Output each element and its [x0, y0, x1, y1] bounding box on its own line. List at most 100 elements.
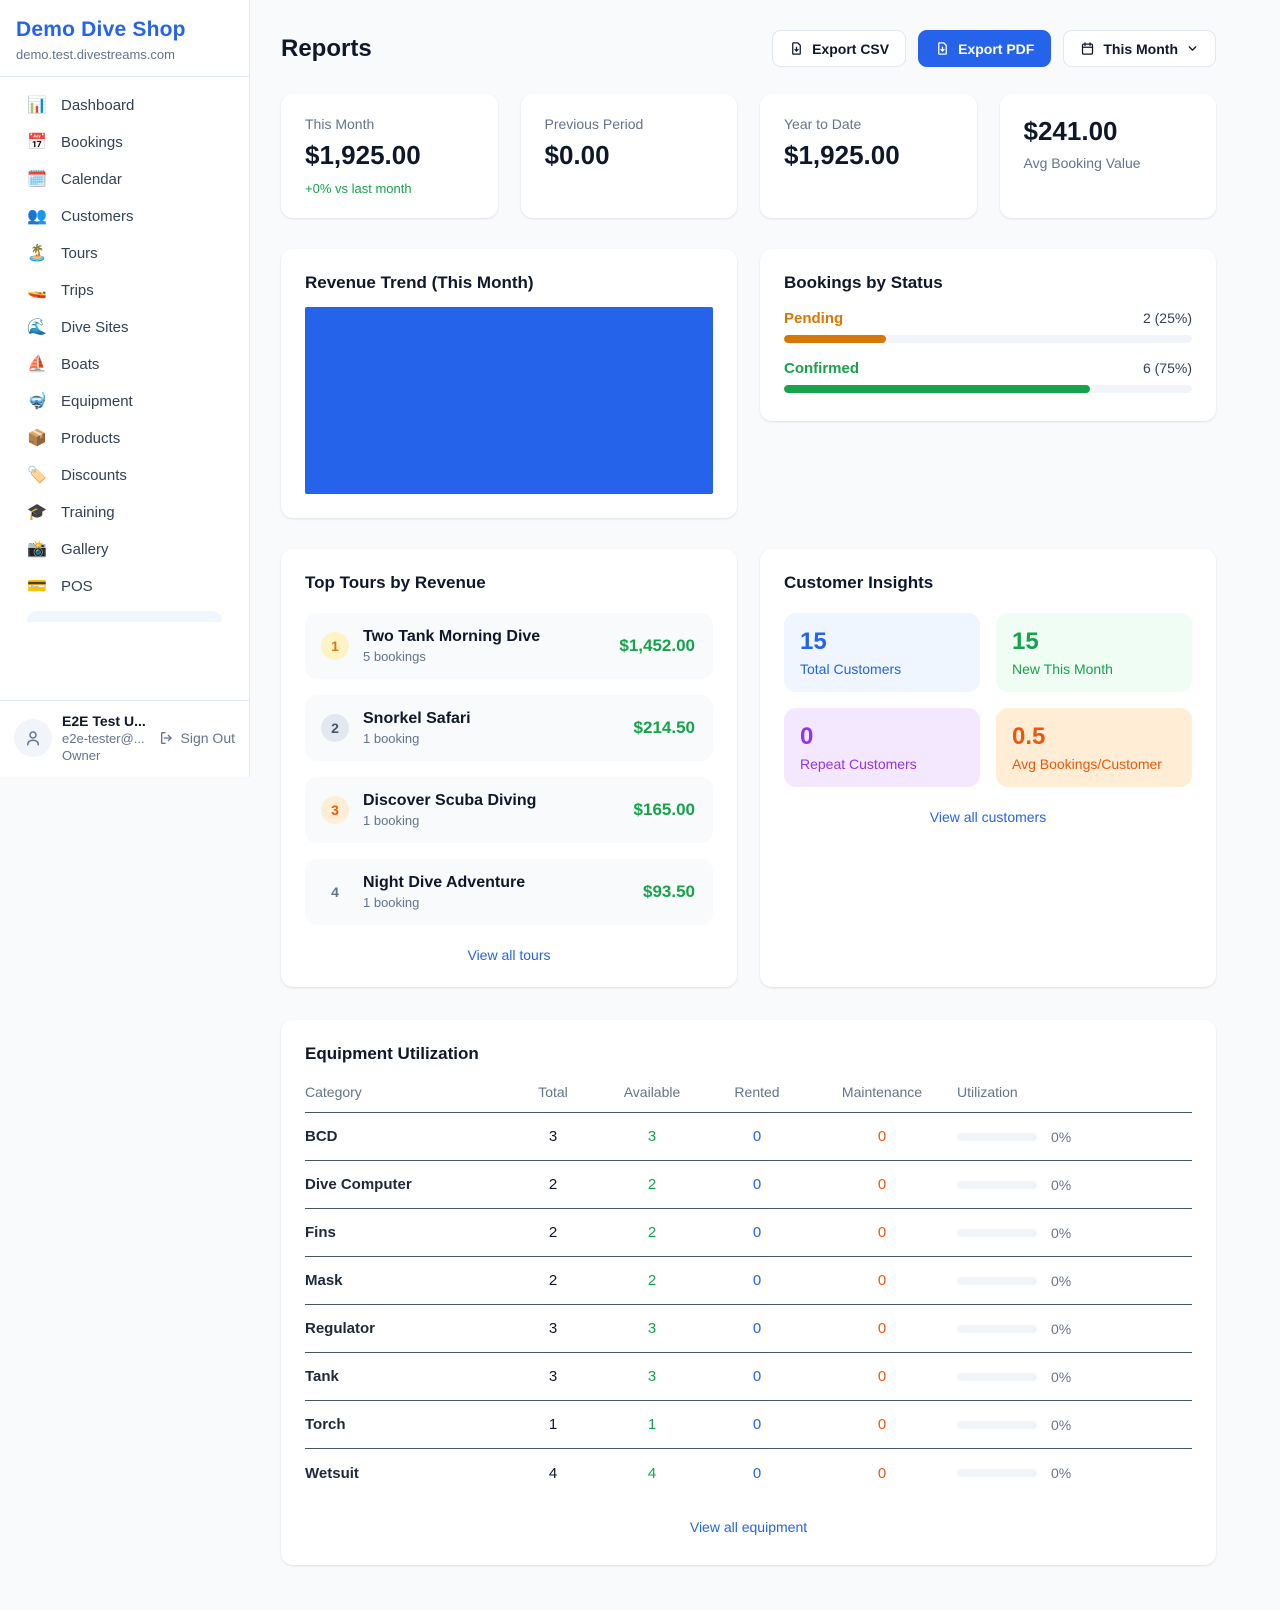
- equipment-available: 3: [597, 1128, 707, 1145]
- status-count: 6 (75%): [1143, 360, 1192, 376]
- equipment-total: 2: [509, 1272, 597, 1289]
- sidebar-item-gallery[interactable]: 📸Gallery: [12, 531, 237, 568]
- user-name: E2E Test U...: [62, 713, 149, 729]
- tours-list: 1Two Tank Morning Dive5 bookings$1,452.0…: [305, 613, 713, 925]
- equipment-maintenance: 0: [807, 1224, 957, 1241]
- equipment-icon: 🤿: [27, 394, 47, 410]
- insight-tile: 15New This Month: [996, 613, 1192, 692]
- top-tours-card: Top Tours by Revenue 1Two Tank Morning D…: [281, 549, 737, 987]
- equipment-utilization-cell: 0%: [957, 1417, 1192, 1433]
- tour-name: Discover Scuba Diving: [363, 792, 620, 810]
- tour-info: Two Tank Morning Dive5 bookings: [363, 628, 605, 664]
- utilization-percent: 0%: [1051, 1417, 1071, 1433]
- status-item: Pending2 (25%): [784, 310, 1192, 343]
- stat-card: Year to Date$1,925.00: [760, 94, 977, 218]
- sidebar-item-dive-sites[interactable]: 🌊 Dive Sites: [12, 309, 237, 346]
- sidebar-item-products[interactable]: 📦Products: [12, 420, 237, 457]
- equipment-rented: 0: [707, 1320, 807, 1337]
- equipment-row: Fins22000%: [305, 1209, 1192, 1257]
- utilization-percent: 0%: [1051, 1273, 1071, 1289]
- equipment-rented: 0: [707, 1224, 807, 1241]
- sidebar-item-label: Trips: [61, 282, 94, 299]
- equipment-category: Wetsuit: [305, 1465, 509, 1482]
- user-section: E2E Test U... e2e-tester@... Owner Sign …: [0, 700, 249, 777]
- sidebar-item-label: Dive Sites: [61, 319, 129, 336]
- sidebar-item-customers[interactable]: 👥Customers: [12, 198, 237, 235]
- calendar-icon: 🗓️: [27, 172, 47, 188]
- equipment-utilization-cell: 0%: [957, 1225, 1192, 1241]
- utilization-bar-track: [957, 1373, 1037, 1381]
- sidebar-item-label: Products: [61, 430, 120, 447]
- sidebar-item-pos[interactable]: 💳POS: [12, 568, 237, 605]
- sidebar-item-calendar[interactable]: 🗓️Calendar: [12, 161, 237, 198]
- tour-bookings: 1 booking: [363, 813, 620, 828]
- sidebar-item-tours[interactable]: 🏝️Tours: [12, 235, 237, 272]
- period-dropdown[interactable]: This Month: [1063, 30, 1216, 67]
- rank-badge: 2: [321, 714, 349, 742]
- sign-out-icon: [159, 730, 175, 746]
- equipment-rented: 0: [707, 1416, 807, 1433]
- insight-label: Repeat Customers: [800, 756, 964, 772]
- equipment-available: 3: [597, 1320, 707, 1337]
- view-all-customers-link[interactable]: View all customers: [784, 809, 1192, 825]
- sidebar-item-training[interactable]: 🎓Training: [12, 494, 237, 531]
- sidebar-item-dashboard[interactable]: 📊Dashboard: [12, 87, 237, 124]
- tour-amount: $93.50: [643, 882, 695, 902]
- sidebar-item-label: Discounts: [61, 467, 127, 484]
- sidebar-item-label: Equipment: [61, 393, 133, 410]
- status-bar-fill: [784, 335, 886, 343]
- stat-value: $0.00: [545, 140, 714, 171]
- revenue-trend-title: Revenue Trend (This Month): [305, 273, 713, 293]
- utilization-bar-track: [957, 1229, 1037, 1237]
- tour-row: 1Two Tank Morning Dive5 bookings$1,452.0…: [305, 613, 713, 679]
- rank-badge: 1: [321, 632, 349, 660]
- tour-bookings: 1 booking: [363, 895, 629, 910]
- lists-row: Top Tours by Revenue 1Two Tank Morning D…: [281, 549, 1216, 987]
- tour-info: Snorkel Safari1 booking: [363, 710, 620, 746]
- view-all-equipment-link[interactable]: View all equipment: [305, 1519, 1192, 1535]
- utilization-percent: 0%: [1051, 1465, 1071, 1481]
- export-pdf-label: Export PDF: [958, 41, 1034, 57]
- sidebar-item-bookings[interactable]: 📅Bookings: [12, 124, 237, 161]
- export-csv-button[interactable]: Export CSV: [772, 30, 906, 67]
- sidebar-item-discounts[interactable]: 🏷️Discounts: [12, 457, 237, 494]
- tour-info: Discover Scuba Diving 1 booking: [363, 792, 620, 828]
- equipment-maintenance: 0: [807, 1272, 957, 1289]
- equipment-maintenance: 0: [807, 1416, 957, 1433]
- dive-sites-icon: 🌊: [27, 320, 47, 336]
- view-all-tours-link[interactable]: View all tours: [305, 947, 713, 963]
- equipment-row: Regulator33000%: [305, 1305, 1192, 1353]
- insight-value: 0: [800, 723, 964, 751]
- equipment-total: 4: [509, 1465, 597, 1482]
- equipment-maintenance: 0: [807, 1128, 957, 1145]
- brand-domain: demo.test.divestreams.com: [16, 47, 233, 62]
- export-pdf-button[interactable]: Export PDF: [918, 30, 1051, 67]
- rank-badge: 4: [321, 878, 349, 906]
- sidebar: Demo Dive Shop demo.test.divestreams.com…: [0, 0, 250, 777]
- sign-out-button[interactable]: Sign Out: [159, 730, 235, 746]
- status-count: 2 (25%): [1143, 310, 1192, 326]
- insight-value: 15: [800, 628, 964, 656]
- equipment-row: Tank33000%: [305, 1353, 1192, 1401]
- stat-label: Avg Booking Value: [1024, 155, 1193, 171]
- user-meta: E2E Test U... e2e-tester@... Owner: [62, 713, 149, 763]
- chevron-down-icon: [1186, 42, 1199, 55]
- stat-label: Year to Date: [784, 116, 953, 132]
- bookings-by-status-title: Bookings by Status: [784, 273, 1192, 293]
- insight-tile: 0.5Avg Bookings/Customer: [996, 708, 1192, 787]
- stat-card: This Month$1,925.00+0% vs last month: [281, 94, 498, 218]
- stat-delta: +0% vs last month: [305, 181, 474, 196]
- sidebar-item-label: Dashboard: [61, 97, 134, 114]
- equipment-rented: 0: [707, 1176, 807, 1193]
- sidebar-item-trips[interactable]: 🚤Trips: [12, 272, 237, 309]
- utilization-bar-track: [957, 1469, 1037, 1477]
- sidebar-item-equipment[interactable]: 🤿 Equipment: [12, 383, 237, 420]
- equipment-category: BCD: [305, 1128, 509, 1145]
- equipment-available: 1: [597, 1416, 707, 1433]
- sidebar-item-boats[interactable]: ⛵Boats: [12, 346, 237, 383]
- sidebar-item-reports-partial[interactable]: [27, 611, 222, 622]
- equipment-category: Dive Computer: [305, 1176, 509, 1193]
- insight-value: 0.5: [1012, 723, 1176, 751]
- sidebar-item-label: Gallery: [61, 541, 109, 558]
- equipment-available: 4: [597, 1465, 707, 1482]
